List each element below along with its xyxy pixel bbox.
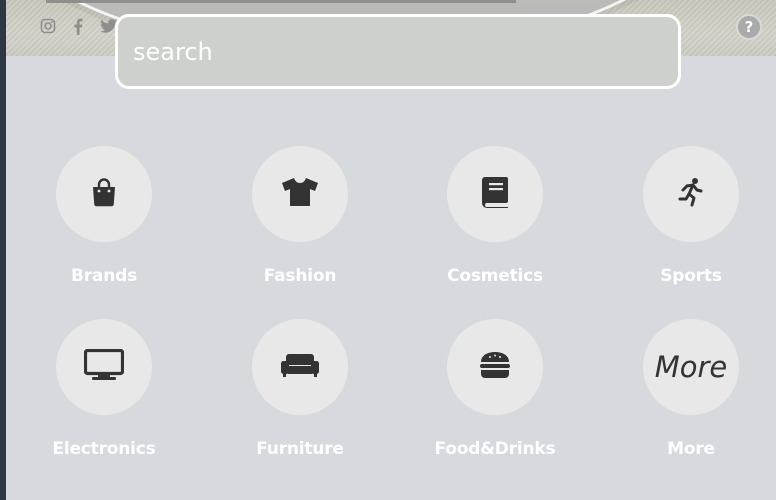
category-food-drinks[interactable]: Food&Drinks: [397, 319, 593, 459]
instagram-icon[interactable]: [38, 16, 58, 36]
category-circle[interactable]: [56, 146, 152, 242]
category-more[interactable]: More More: [593, 319, 776, 459]
search-input[interactable]: [131, 36, 665, 67]
category-fashion[interactable]: Fashion: [202, 146, 398, 286]
category-circle[interactable]: More: [643, 319, 739, 415]
category-circle[interactable]: [252, 146, 348, 242]
shopping-bag-icon: [90, 177, 118, 211]
banner-divider: [46, 0, 516, 3]
category-electronics[interactable]: Electronics: [6, 319, 202, 459]
category-circle[interactable]: [56, 319, 152, 415]
category-label: Food&Drinks: [434, 439, 556, 459]
burger-icon: [479, 351, 511, 383]
category-label: Electronics: [52, 439, 156, 459]
category-brands[interactable]: Brands: [6, 146, 202, 286]
running-person-icon: [678, 177, 704, 211]
category-furniture[interactable]: Furniture: [202, 319, 398, 459]
category-circle[interactable]: [447, 319, 543, 415]
category-label: Cosmetics: [447, 266, 543, 286]
search-bar[interactable]: [115, 14, 681, 89]
category-cosmetics[interactable]: Cosmetics: [397, 146, 593, 286]
category-circle[interactable]: [643, 146, 739, 242]
tshirt-icon: [281, 177, 319, 211]
category-circle[interactable]: [447, 146, 543, 242]
facebook-icon[interactable]: [68, 16, 88, 36]
book-icon: [481, 176, 509, 212]
category-label: Brands: [70, 266, 137, 286]
social-links: [38, 16, 118, 36]
couch-icon: [280, 353, 320, 381]
monitor-icon: [83, 348, 125, 385]
category-label: Furniture: [256, 439, 344, 459]
category-circle[interactable]: [252, 319, 348, 415]
category-label: Sports: [660, 266, 722, 286]
more-icon-text: More: [654, 350, 728, 384]
category-label: Fashion: [263, 266, 337, 286]
category-sports[interactable]: Sports: [593, 146, 776, 286]
help-button[interactable]: ?: [736, 14, 762, 40]
category-label: More: [667, 439, 715, 459]
